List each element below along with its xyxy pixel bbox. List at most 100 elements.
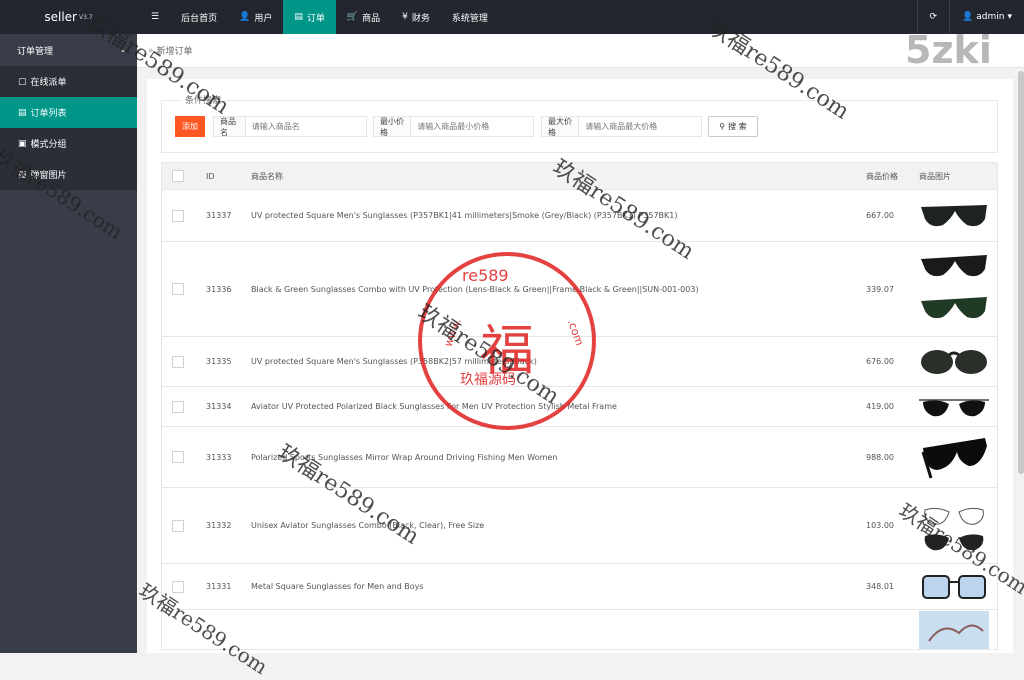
nav-goods[interactable]: 🛒 商品 <box>336 0 391 34</box>
row-name: Black & Green Sunglasses Combo with UV P… <box>251 285 699 294</box>
sidebar-group-label: 订单管理 <box>17 44 53 57</box>
product-thumbnail <box>919 197 989 235</box>
nav-system[interactable]: 系统管理 <box>441 0 499 34</box>
row-checkbox[interactable] <box>172 581 184 593</box>
table-row[interactable]: 31331 Metal Square Sunglasses for Men an… <box>161 564 998 610</box>
search-icon: ⚲ <box>719 122 725 131</box>
row-price: 676.00 <box>866 357 894 366</box>
nav-home[interactable]: 后台首页 <box>170 0 228 34</box>
row-name: Aviator UV Protected Polarized Black Sun… <box>251 402 617 411</box>
nav-finance[interactable]: ¥财务 <box>391 0 441 34</box>
tab-bar: » 新增订单 <box>137 34 1024 68</box>
user-icon: 👤 <box>239 12 250 22</box>
brand-version: V3.7 <box>79 14 93 21</box>
menu-icon: ☰ <box>151 12 159 22</box>
row-id: 31333 <box>206 453 231 462</box>
table-row[interactable]: 31335 UV protected Square Men's Sunglass… <box>161 337 998 387</box>
row-price: 348.01 <box>866 582 894 591</box>
goods-name-label: 商品名 <box>214 117 246 136</box>
content-panel: 条件搜索 添加 商品名 最小价格 最大价格 ⚲搜 索 ID 商品名称 商品价格 <box>147 79 1013 653</box>
double-chevron-icon: » <box>148 46 154 56</box>
menu-toggle-button[interactable]: ☰ <box>140 0 170 34</box>
brand: sellerV3.7 <box>0 0 137 34</box>
row-id: 31335 <box>206 357 231 366</box>
cart-icon: 🛒 <box>347 12 358 22</box>
scrollbar[interactable] <box>1018 71 1024 474</box>
nav-system-label: 系统管理 <box>452 11 488 24</box>
row-checkbox[interactable] <box>172 401 184 413</box>
search-button[interactable]: ⚲搜 索 <box>708 116 758 137</box>
product-thumbnail <box>919 432 989 482</box>
search-button-label: 搜 索 <box>728 121 747 132</box>
table-header: ID 商品名称 商品价格 商品图片 <box>161 162 998 190</box>
min-price-label: 最小价格 <box>374 117 411 136</box>
monitor-icon: ▣ <box>18 139 27 149</box>
sidebar-item-dispatch[interactable]: ▢ 在线派单 <box>0 66 137 97</box>
nav-user-label: 用户 <box>254 11 272 24</box>
add-button[interactable]: 添加 <box>175 116 205 137</box>
header-id: ID <box>206 172 215 181</box>
select-all-checkbox[interactable] <box>172 170 184 182</box>
table-row[interactable]: 31336 Black & Green Sunglasses Combo wit… <box>161 242 998 337</box>
row-name: Polarized Sports Sunglasses Mirror Wrap … <box>251 453 557 462</box>
user-icon: 👤 <box>962 12 973 22</box>
search-fieldset: 条件搜索 添加 商品名 最小价格 最大价格 ⚲搜 索 <box>161 100 998 153</box>
row-name: Unisex Aviator Sunglasses Combo (Black, … <box>251 521 484 530</box>
sidebar-group-order[interactable]: 订单管理⌄ <box>0 34 137 66</box>
max-price-input[interactable] <box>579 118 701 135</box>
table-row[interactable]: 31332 Unisex Aviator Sunglasses Combo (B… <box>161 488 998 564</box>
table-row[interactable]: 31334 Aviator UV Protected Polarized Bla… <box>161 387 998 427</box>
refresh-button[interactable]: ⟳ <box>917 0 950 34</box>
goods-name-field: 商品名 <box>213 116 367 137</box>
row-id: 31336 <box>206 285 231 294</box>
goods-name-input[interactable] <box>246 118 366 135</box>
row-checkbox[interactable] <box>172 210 184 222</box>
image-icon: ▧ <box>18 170 27 180</box>
row-id: 31337 <box>206 211 231 220</box>
nav-home-label: 后台首页 <box>181 11 217 24</box>
nav-order[interactable]: ▤ 订单 <box>283 0 336 34</box>
sidebar-item-label: 弹窗图片 <box>31 168 67 181</box>
row-name: Metal Square Sunglasses for Men and Boys <box>251 582 424 591</box>
right-nav: ⟳ 👤admin▾ <box>917 0 1024 34</box>
order-table: ID 商品名称 商品价格 商品图片 31337 UV protected Squ… <box>161 162 998 650</box>
header-image: 商品图片 <box>919 171 951 182</box>
sidebar-item-label: 在线派单 <box>31 75 67 88</box>
sidebar-item-label: 订单列表 <box>31 106 67 119</box>
sidebar-item-order-list[interactable]: ▤ 订单列表 <box>0 97 137 128</box>
product-thumbnail <box>919 568 989 606</box>
row-name: UV protected Square Men's Sunglasses (P3… <box>251 357 537 366</box>
nav-goods-label: 商品 <box>362 11 380 24</box>
nav-user[interactable]: 👤 用户 <box>228 0 283 34</box>
row-checkbox[interactable] <box>172 520 184 532</box>
order-icon: ▤ <box>294 12 303 22</box>
row-price: 103.00 <box>866 521 894 530</box>
min-price-field: 最小价格 <box>373 116 534 137</box>
tab-new-order[interactable]: 新增订单 <box>157 44 193 57</box>
file-icon: ▢ <box>18 77 27 87</box>
sidebar: 订单管理⌄ ▢ 在线派单 ▤ 订单列表 ▣模式分组 ▧ 弹窗图片 <box>0 34 137 653</box>
nav-finance-label: 财务 <box>412 11 430 24</box>
list-icon: ▤ <box>18 108 27 118</box>
product-thumbnail <box>919 343 989 381</box>
product-thumbnail <box>919 496 989 556</box>
sidebar-item-mode-group[interactable]: ▣模式分组 <box>0 128 137 159</box>
sidebar-item-popup-image[interactable]: ▧ 弹窗图片 <box>0 159 137 190</box>
max-price-label: 最大价格 <box>542 117 579 136</box>
top-nav: ☰ 后台首页 👤 用户 ▤ 订单 🛒 商品 ¥财务 系统管理 <box>140 0 499 34</box>
main-area: » 新增订单 条件搜索 添加 商品名 最小价格 最大价格 ⚲搜 索 I <box>137 34 1024 653</box>
row-checkbox[interactable] <box>172 283 184 295</box>
username: admin <box>976 12 1004 22</box>
nav-order-label: 订单 <box>307 11 325 24</box>
table-row[interactable]: 31333 Polarized Sports Sunglasses Mirror… <box>161 427 998 488</box>
header-name: 商品名称 <box>251 171 283 182</box>
min-price-input[interactable] <box>411 118 533 135</box>
row-checkbox[interactable] <box>172 451 184 463</box>
row-checkbox[interactable] <box>172 356 184 368</box>
row-price: 419.00 <box>866 402 894 411</box>
row-price: 339.07 <box>866 285 894 294</box>
row-id: 31332 <box>206 521 231 530</box>
product-thumbnail <box>919 611 989 649</box>
table-row[interactable]: 31337 UV protected Square Men's Sunglass… <box>161 190 998 242</box>
user-menu[interactable]: 👤admin▾ <box>949 0 1024 34</box>
